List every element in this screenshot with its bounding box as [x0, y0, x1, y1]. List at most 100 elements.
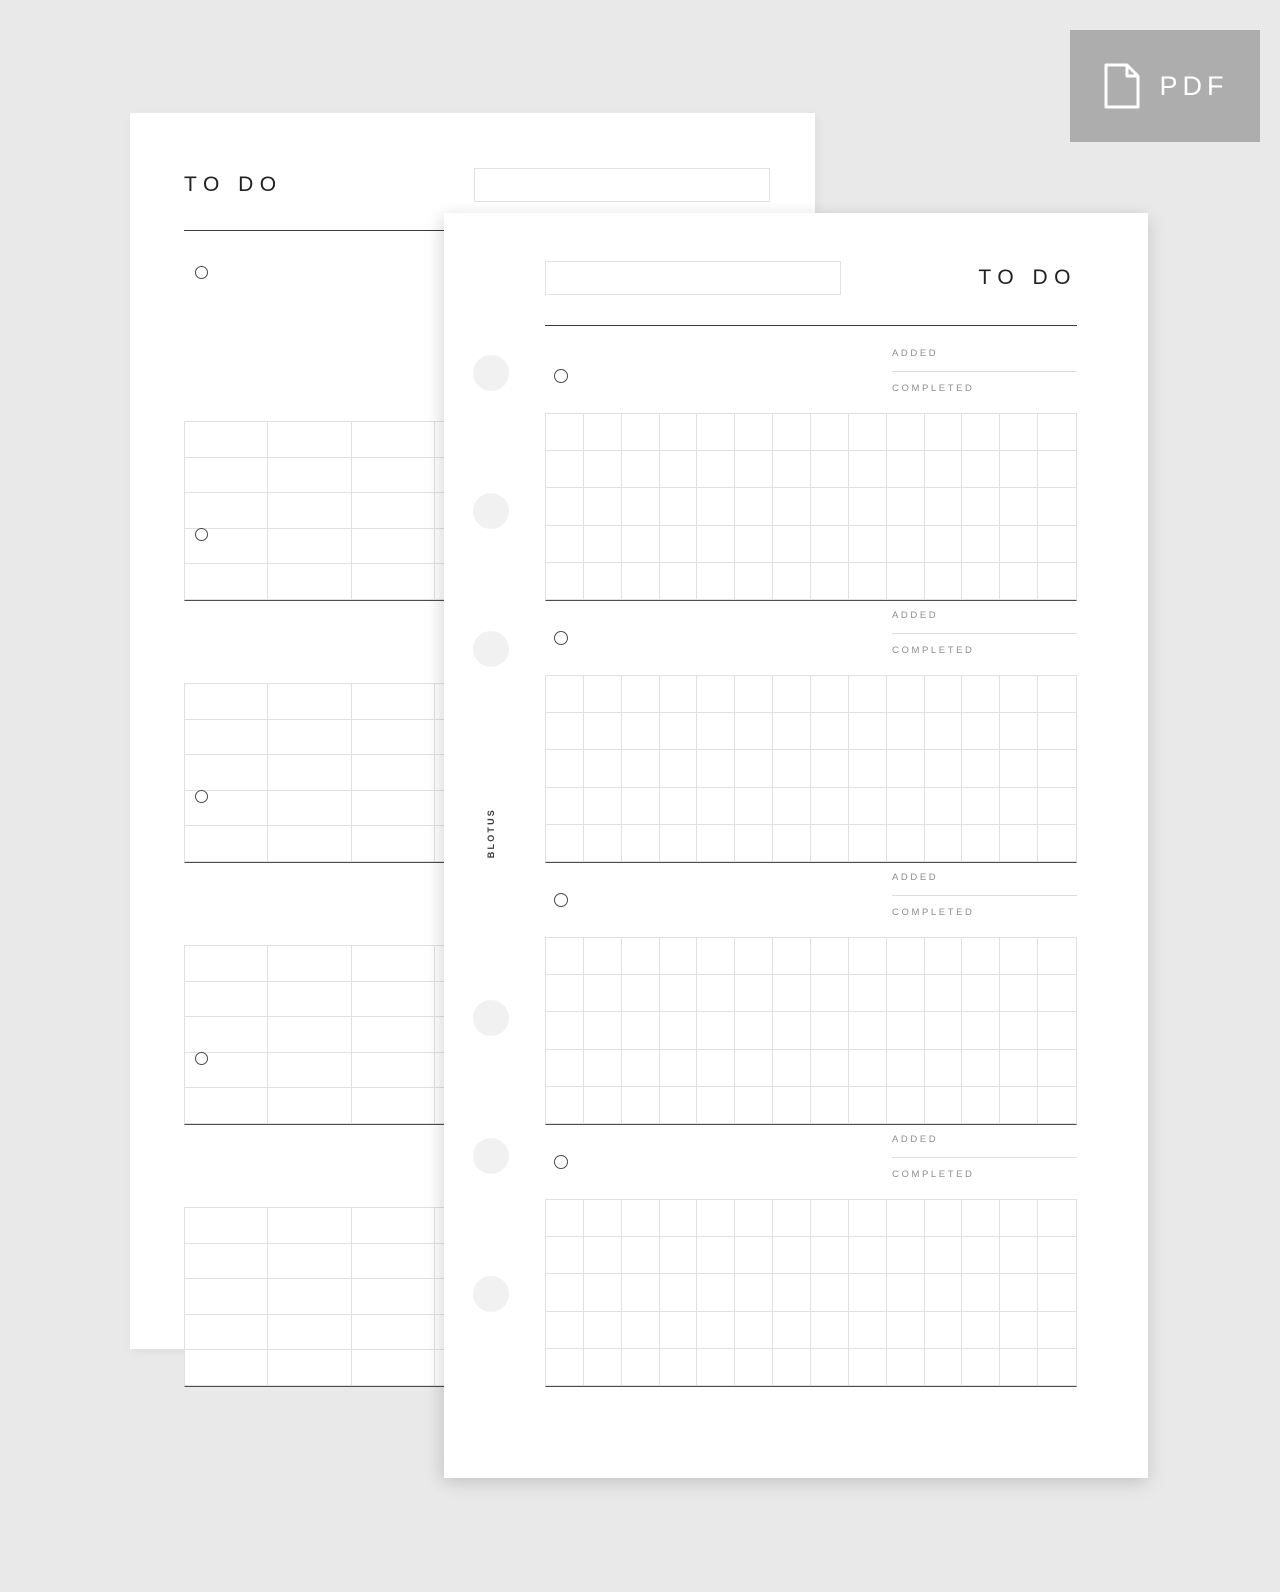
- grid-cell: [546, 1311, 584, 1349]
- grid-cell: [735, 1348, 774, 1386]
- grid-cell: [621, 938, 660, 976]
- grid-cell: [962, 1200, 1001, 1238]
- front-task-4: ADDED COMPLETED: [545, 1135, 1077, 1397]
- pdf-badge-label: PDF: [1159, 70, 1229, 101]
- grid-cell: [697, 750, 736, 788]
- grid-cell: [811, 1086, 849, 1124]
- grid-cell: [546, 1049, 584, 1087]
- grid-cell: [546, 676, 584, 714]
- grid-cell: [697, 824, 736, 862]
- grid-cell: [697, 488, 736, 526]
- grid-cell: [811, 713, 849, 751]
- grid-cell: [1000, 1012, 1039, 1050]
- grid-cell: [583, 676, 622, 714]
- back-task-1-checkbox[interactable]: [195, 266, 208, 279]
- grid-cell: [268, 1208, 352, 1244]
- grid-cell: [962, 824, 1001, 862]
- grid-cell: [659, 1200, 698, 1238]
- grid-cell: [773, 1348, 811, 1386]
- binder-hole-5: [473, 1138, 509, 1174]
- grid-cell: [1038, 788, 1076, 825]
- grid-cell: [811, 824, 849, 862]
- grid-cell: [268, 719, 352, 756]
- grid-cell: [735, 1012, 774, 1050]
- grid-cell: [659, 414, 698, 452]
- grid-cell: [1038, 825, 1076, 862]
- grid-cell: [659, 1086, 698, 1124]
- grid-cell: [886, 562, 925, 600]
- front-task-3-grid[interactable]: [545, 937, 1077, 1125]
- grid-cell: [962, 1086, 1001, 1124]
- front-page-title: TO DO: [978, 266, 1077, 289]
- back-task-2-checkbox[interactable]: [195, 528, 208, 541]
- grid-cell: [924, 451, 963, 489]
- grid-cell: [583, 975, 622, 1013]
- back-page-date-input[interactable]: [474, 168, 770, 202]
- canvas: PDF TO DO BLOTUS TO DO ADDED COMPLETED A…: [0, 0, 1280, 1592]
- grid-cell: [773, 975, 811, 1013]
- front-task-4-meta: ADDED COMPLETED: [892, 1135, 1077, 1179]
- grid-cell: [351, 457, 436, 494]
- binder-hole-1: [473, 355, 509, 391]
- front-task-1-grid[interactable]: [545, 413, 1077, 601]
- grid-cell: [735, 1311, 774, 1349]
- grid-cell: [583, 1049, 622, 1087]
- grid-cell: [773, 713, 811, 751]
- grid-cell: [886, 1012, 925, 1050]
- front-page-date-input[interactable]: [545, 261, 841, 295]
- grid-cell: [268, 981, 352, 1018]
- grid-cell: [697, 1311, 736, 1349]
- front-task-2-added-label: ADDED: [892, 610, 939, 621]
- grid-cell: [735, 525, 774, 563]
- grid-cell: [1000, 1200, 1039, 1238]
- grid-cell: [621, 1049, 660, 1087]
- grid-cell: [924, 1012, 963, 1050]
- grid-cell: [185, 1208, 269, 1244]
- grid-cell: [546, 713, 584, 751]
- grid-cell: [1038, 451, 1076, 489]
- grid-cell: [1038, 1237, 1076, 1275]
- front-task-1-checkbox[interactable]: [554, 369, 568, 383]
- grid-cell: [659, 787, 698, 825]
- front-task-2-grid[interactable]: [545, 675, 1077, 863]
- grid-cell: [924, 787, 963, 825]
- grid-cell: [735, 975, 774, 1013]
- front-task-3-checkbox[interactable]: [554, 893, 568, 907]
- front-task-2-completed-label: COMPLETED: [892, 644, 975, 656]
- front-task-2-checkbox[interactable]: [554, 631, 568, 645]
- grid-cell: [546, 787, 584, 825]
- grid-cell: [659, 713, 698, 751]
- front-task-3: ADDED COMPLETED: [545, 873, 1077, 1135]
- grid-cell: [962, 451, 1001, 489]
- grid-cell: [773, 787, 811, 825]
- grid-cell: [773, 525, 811, 563]
- grid-cell: [1000, 1311, 1039, 1349]
- grid-cell: [1038, 1349, 1076, 1386]
- front-task-4-checkbox[interactable]: [554, 1155, 568, 1169]
- grid-cell: [962, 1311, 1001, 1349]
- grid-cell: [1000, 713, 1039, 751]
- front-task-2-meta-divider: [892, 632, 1077, 634]
- grid-cell: [962, 562, 1001, 600]
- grid-cell: [697, 1237, 736, 1275]
- grid-cell: [659, 451, 698, 489]
- grid-cell: [773, 451, 811, 489]
- grid-cell: [848, 750, 887, 788]
- grid-cell: [924, 938, 963, 976]
- back-task-3-checkbox[interactable]: [195, 790, 208, 803]
- front-task-4-grid[interactable]: [545, 1199, 1077, 1387]
- front-task-4-added-label: ADDED: [892, 1134, 939, 1145]
- grid-cell: [546, 824, 584, 862]
- grid-cell: [621, 525, 660, 563]
- grid-cell: [962, 488, 1001, 526]
- back-task-4-checkbox[interactable]: [195, 1052, 208, 1065]
- front-task-1-added-label: ADDED: [892, 348, 939, 359]
- grid-cell: [546, 1012, 584, 1050]
- grid-cell: [735, 824, 774, 862]
- grid-cell: [1000, 1086, 1039, 1124]
- pdf-badge[interactable]: PDF: [1070, 30, 1260, 142]
- grid-cell: [546, 1086, 584, 1124]
- grid-cell: [659, 676, 698, 714]
- grid-cell: [962, 1049, 1001, 1087]
- grid-cell: [811, 1274, 849, 1312]
